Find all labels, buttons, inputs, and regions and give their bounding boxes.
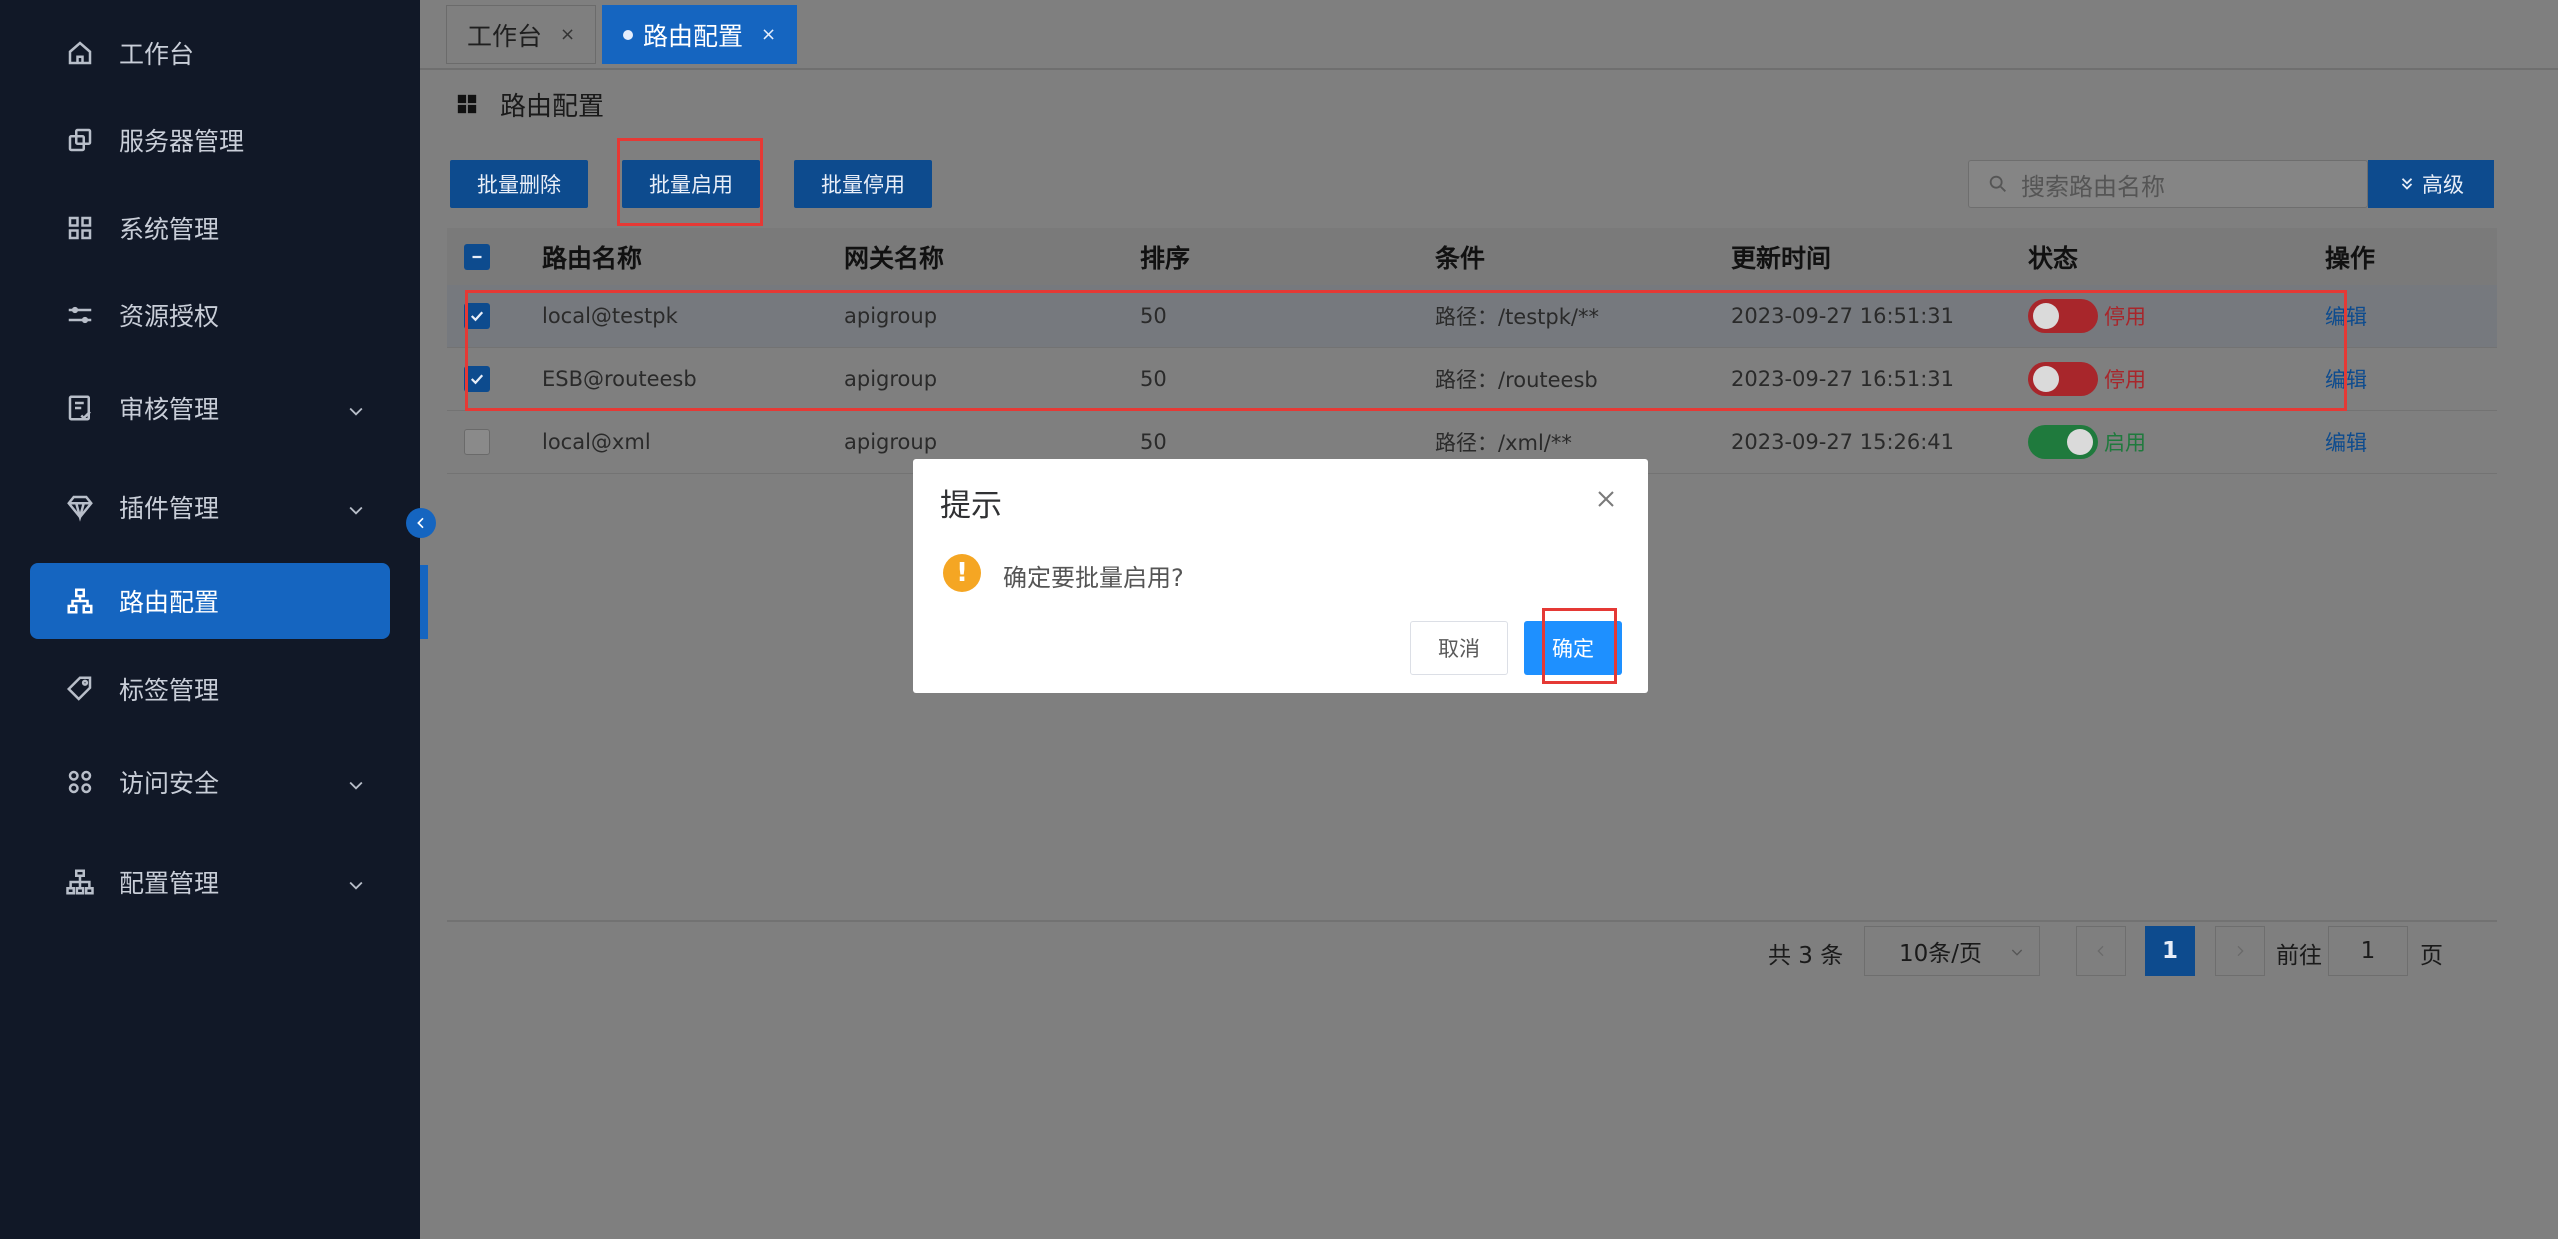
condition: 路径：/xml/** bbox=[1435, 431, 1572, 455]
chevron-down-icon bbox=[346, 772, 366, 792]
highlight-box bbox=[1542, 608, 1617, 684]
page-header: 路由配置 bbox=[456, 84, 604, 124]
minus-icon bbox=[472, 255, 482, 258]
sidebar-item-label: 审核管理 bbox=[119, 395, 220, 424]
chevron-down-icon bbox=[346, 872, 366, 892]
batch-disable-button[interactable]: 批量停用 bbox=[794, 160, 932, 208]
sidebar-item-label: 插件管理 bbox=[119, 494, 220, 523]
chevron-left-icon bbox=[2097, 945, 2104, 957]
page-size-select[interactable]: 10条/页 bbox=[1864, 926, 2040, 976]
divider bbox=[447, 920, 2497, 922]
active-dot-icon bbox=[623, 29, 633, 40]
sitemap-icon bbox=[65, 586, 95, 616]
page-size-value: 10条/页 bbox=[1899, 941, 1983, 967]
chevron-down-icon bbox=[346, 497, 366, 517]
close-icon[interactable]: × bbox=[560, 24, 575, 45]
sidebar-item-plugin-management[interactable]: 插件管理 bbox=[30, 469, 390, 545]
goto-page-input[interactable]: 1 bbox=[2328, 926, 2408, 976]
warning-icon: ! bbox=[943, 554, 981, 592]
sidebar-item-label: 标签管理 bbox=[119, 676, 220, 705]
home-icon bbox=[65, 38, 95, 68]
chevron-down-icon bbox=[2011, 949, 2023, 956]
advanced-label: 高级 bbox=[2422, 173, 2464, 197]
confirm-dialog: 提示 ! 确定要批量启用? 取消 确定 bbox=[913, 459, 1648, 693]
column-header[interactable]: 排序 bbox=[1140, 239, 1435, 275]
search-input[interactable]: 搜索路由名称 bbox=[1968, 160, 2368, 208]
prev-page-button[interactable] bbox=[2076, 926, 2126, 976]
sidebar-item-label: 工作台 bbox=[119, 40, 195, 69]
page-suffix: 页 bbox=[2420, 943, 2443, 969]
next-page-button[interactable] bbox=[2215, 926, 2265, 976]
column-header[interactable]: 条件 bbox=[1435, 239, 1731, 275]
pagination: 共 3 条 10条/页 1 前往 1 页 bbox=[420, 926, 2558, 976]
advanced-search-button[interactable]: 高级 bbox=[2368, 160, 2494, 208]
close-icon[interactable] bbox=[1594, 487, 1618, 511]
tag-icon bbox=[65, 674, 95, 704]
batch-delete-button[interactable]: 批量删除 bbox=[450, 160, 588, 208]
sidebar-item-server-management[interactable]: 服务器管理 bbox=[30, 102, 390, 178]
sidebar-item-label: 配置管理 bbox=[119, 869, 220, 898]
sidebar-item-label: 系统管理 bbox=[119, 215, 220, 244]
chevron-down-icon bbox=[346, 398, 366, 418]
apps-icon bbox=[65, 767, 95, 797]
sidebar-item-config-management[interactable]: 配置管理 bbox=[30, 844, 390, 920]
close-icon[interactable]: × bbox=[761, 24, 776, 45]
updated-time: 2023-09-27 15:26:41 bbox=[1731, 430, 1955, 454]
sidebar-item-access-security[interactable]: 访问安全 bbox=[30, 744, 390, 820]
search-placeholder: 搜索路由名称 bbox=[2021, 172, 2165, 201]
search-icon bbox=[1989, 175, 2006, 192]
highlight-box bbox=[617, 138, 763, 226]
tab-workbench[interactable]: 工作台 × bbox=[446, 5, 597, 64]
column-header[interactable]: 网关名称 bbox=[844, 239, 1140, 275]
sidebar-item-label: 路由配置 bbox=[119, 588, 220, 617]
sidebar-item-label: 服务器管理 bbox=[119, 127, 245, 156]
select-all-checkbox[interactable] bbox=[464, 243, 490, 270]
status-toggle[interactable] bbox=[2028, 425, 2098, 459]
audit-icon bbox=[65, 393, 95, 423]
chevron-right-icon bbox=[2237, 945, 2244, 957]
page-number-current[interactable]: 1 bbox=[2145, 926, 2195, 976]
sidebar-item-resource-auth[interactable]: 资源授权 bbox=[30, 277, 390, 353]
goto-label: 前往 bbox=[2276, 943, 2322, 969]
column-header[interactable]: 状态 bbox=[2028, 239, 2325, 275]
diamond-icon bbox=[65, 492, 95, 522]
tab-route-config[interactable]: 路由配置 × bbox=[602, 5, 798, 64]
sliders-icon bbox=[65, 300, 95, 330]
order: 50 bbox=[1140, 430, 1167, 454]
server-icon bbox=[65, 125, 95, 155]
sidebar-item-audit-management[interactable]: 审核管理 bbox=[30, 370, 390, 446]
grid-icon bbox=[65, 213, 95, 243]
sidebar-item-workbench[interactable]: 工作台 bbox=[30, 15, 390, 91]
dialog-message: 确定要批量启用? bbox=[1003, 564, 1184, 592]
active-indicator bbox=[420, 565, 428, 639]
table-header: 路由名称 网关名称 排序 条件 更新时间 状态 操作 bbox=[447, 228, 2497, 285]
status-label: 启用 bbox=[2104, 431, 2146, 455]
dialog-title: 提示 bbox=[940, 488, 1002, 524]
route-name: local@xml bbox=[542, 430, 651, 454]
double-chevron-down-icon bbox=[2401, 178, 2413, 190]
total-count: 共 3 条 bbox=[1768, 943, 1844, 969]
row-checkbox[interactable] bbox=[464, 429, 490, 455]
column-header[interactable]: 路由名称 bbox=[542, 239, 844, 275]
sidebar: 工作台 服务器管理 系统管理 资源授权 审核管理 插件管理 路由配置 标签管理 … bbox=[0, 0, 420, 1239]
sidebar-item-label: 访问安全 bbox=[119, 769, 220, 798]
chevron-left-icon bbox=[417, 517, 424, 529]
sidebar-item-label: 资源授权 bbox=[119, 302, 220, 331]
tab-label: 路由配置 bbox=[643, 21, 744, 51]
grid-icon bbox=[457, 94, 477, 114]
sidebar-item-system-management[interactable]: 系统管理 bbox=[30, 190, 390, 266]
tab-label: 工作台 bbox=[467, 21, 543, 51]
edit-link[interactable]: 编辑 bbox=[2325, 431, 2367, 455]
cancel-button[interactable]: 取消 bbox=[1410, 621, 1508, 675]
highlight-box bbox=[465, 290, 2347, 411]
hierarchy-icon bbox=[65, 867, 95, 897]
column-header[interactable]: 更新时间 bbox=[1731, 239, 2028, 275]
column-header[interactable]: 操作 bbox=[2325, 239, 2495, 275]
tab-bar: 工作台 × 路由配置 × bbox=[420, 0, 2558, 70]
sidebar-collapse-button[interactable] bbox=[406, 508, 436, 538]
sidebar-item-route-config[interactable]: 路由配置 bbox=[30, 563, 390, 639]
page-title: 路由配置 bbox=[500, 91, 605, 122]
gateway-name: apigroup bbox=[844, 430, 938, 454]
sidebar-item-tag-management[interactable]: 标签管理 bbox=[30, 651, 390, 727]
